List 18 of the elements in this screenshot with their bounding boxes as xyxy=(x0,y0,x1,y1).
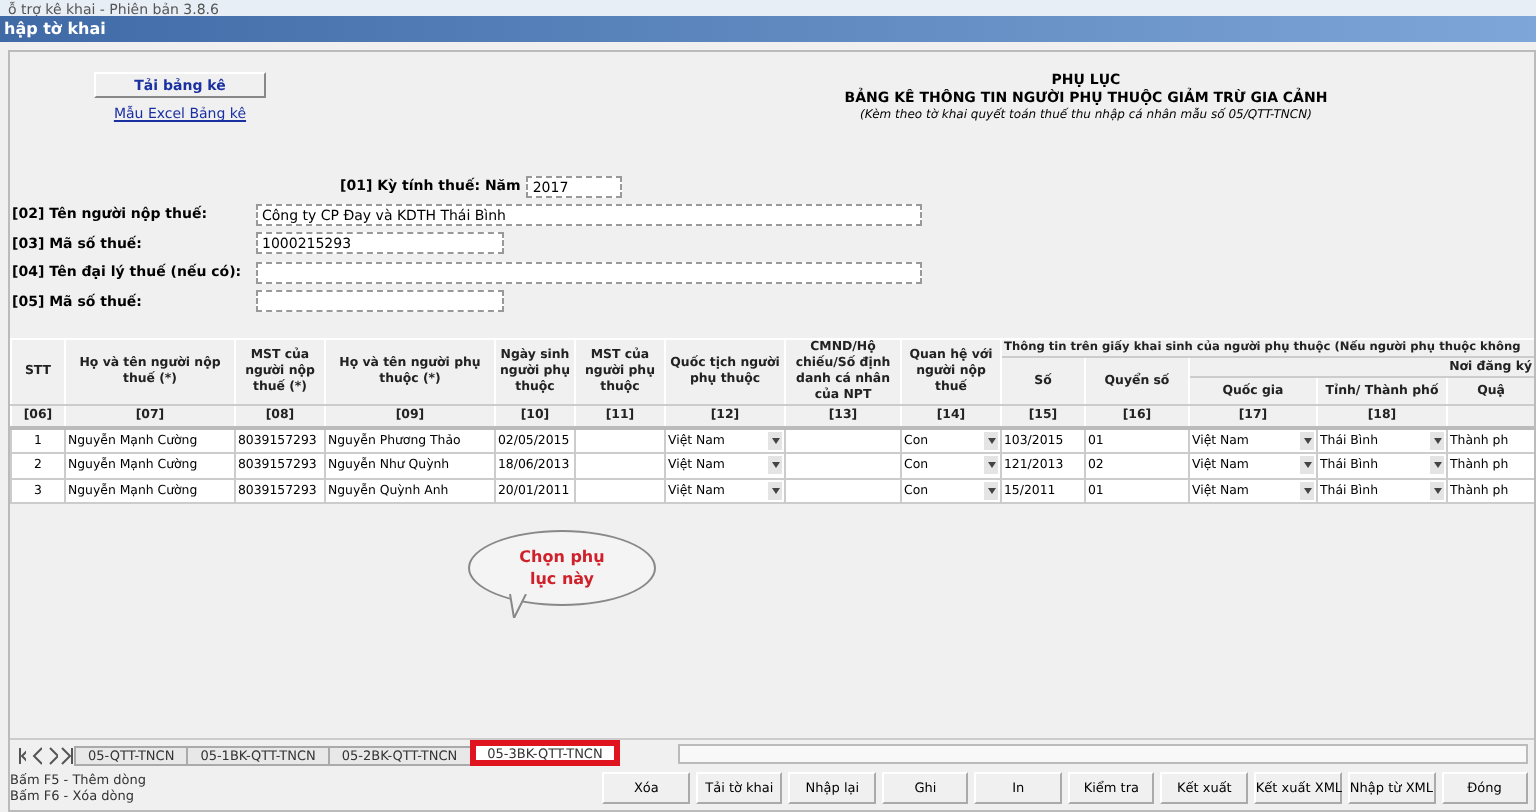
input-field[interactable] xyxy=(256,261,922,284)
caret-icon xyxy=(771,487,779,494)
caret-icon xyxy=(1433,462,1441,469)
last-sheet-icon[interactable] xyxy=(58,746,74,766)
caret-icon xyxy=(1303,438,1311,445)
caret-icon xyxy=(1433,438,1441,445)
callout-bubble: Chọn phụ lục này xyxy=(468,530,656,606)
horizontal-scrollbar[interactable] xyxy=(678,744,1528,764)
form-title: hập tờ khai xyxy=(4,20,106,38)
caret-icon xyxy=(771,462,779,469)
caret-icon xyxy=(987,487,995,494)
input-field[interactable] xyxy=(256,290,504,313)
caret-icon xyxy=(1433,487,1441,494)
caret-icon xyxy=(987,438,995,445)
caret-icon xyxy=(1303,487,1311,494)
caret-icon xyxy=(1303,462,1311,469)
caret-icon xyxy=(987,462,995,469)
caret-icon xyxy=(771,438,779,445)
